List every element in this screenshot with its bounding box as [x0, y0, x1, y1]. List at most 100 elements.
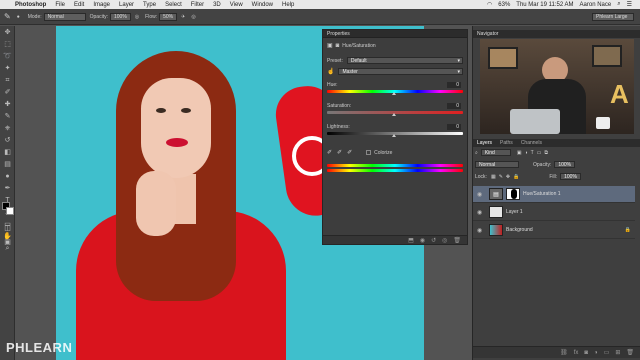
menu-3d[interactable]: 3D [213, 2, 221, 8]
marquee-tool-icon[interactable]: ⬚ [2, 40, 13, 50]
airbrush-icon[interactable]: ✈ [181, 14, 185, 20]
menu-select[interactable]: Select [165, 2, 182, 8]
tab-channels[interactable]: Channels [521, 140, 542, 146]
layers-opacity-field[interactable]: 100% [554, 161, 576, 168]
lightness-slider[interactable] [327, 132, 463, 137]
layer-name[interactable]: Background [506, 227, 533, 233]
view-previous-icon[interactable]: ◉ [420, 237, 425, 244]
pen-tool-icon[interactable]: ✒ [2, 184, 13, 194]
crop-tool-icon[interactable]: ⌗ [2, 76, 13, 86]
brush-tool-icon[interactable]: ✎ [4, 12, 11, 21]
navigator-tab[interactable]: Navigator [473, 30, 640, 38]
menu-help[interactable]: Help [282, 2, 294, 8]
trash-icon[interactable]: 🗑 [626, 349, 634, 356]
app-menu[interactable]: Photoshop [15, 2, 46, 8]
battery-status[interactable]: 63% [498, 2, 510, 8]
gradient-tool-icon[interactable]: ▤ [2, 160, 13, 170]
menu-type[interactable]: Type [143, 2, 156, 8]
blend-mode-select[interactable]: Normal [475, 161, 519, 168]
lock-paint-icon[interactable]: ✎ [499, 174, 503, 180]
filter-adjustment-icon[interactable]: ◑ [525, 150, 528, 156]
opacity-field[interactable]: 100% [109, 12, 131, 21]
flow-field[interactable]: 50% [159, 12, 178, 21]
eye-icon[interactable]: ◉ [477, 227, 485, 234]
pressure-opacity-icon[interactable]: ◎ [135, 14, 139, 20]
tab-layers[interactable]: Layers [477, 140, 492, 146]
navigator-preview[interactable]: A [480, 39, 634, 134]
menu-filter[interactable]: Filter [191, 2, 204, 8]
delete-icon[interactable]: 🗑 [453, 237, 461, 244]
healing-brush-icon[interactable]: ✚ [2, 100, 13, 110]
workspace-select[interactable]: Phlearn Large [592, 12, 634, 21]
background-color-swatch[interactable] [6, 207, 14, 215]
saturation-value[interactable]: 0 [447, 103, 461, 109]
mask-icon[interactable]: ◙ [336, 43, 340, 49]
layer-style-icon[interactable]: fx [574, 350, 579, 356]
link-layers-icon[interactable]: ⛓ [560, 349, 568, 356]
hue-value[interactable]: 0 [447, 82, 461, 88]
kind-filter-select[interactable]: Kind [480, 149, 511, 156]
user-name[interactable]: Aaron Nace [580, 2, 612, 8]
channel-select[interactable]: Master [338, 68, 463, 75]
eyedropper-icon[interactable]: ✐ [327, 149, 332, 156]
target-adjustment-icon[interactable]: ☝ [327, 68, 334, 75]
lock-all-icon[interactable]: 🔒 [513, 174, 519, 180]
filter-smart-icon[interactable]: ⧉ [544, 150, 548, 156]
menu-list-icon[interactable]: ☰ [627, 1, 632, 8]
clock[interactable]: Thu Mar 19 11:52 AM [516, 2, 573, 8]
lightness-value[interactable]: 0 [447, 124, 461, 130]
add-mask-icon[interactable]: ◙ [584, 350, 588, 356]
history-brush-icon[interactable]: ↺ [2, 136, 13, 146]
new-adjustment-icon[interactable]: ◑ [594, 350, 598, 356]
eraser-tool-icon[interactable]: ◧ [2, 148, 13, 158]
brush-size-icon[interactable]: ● [17, 14, 20, 20]
menu-edit[interactable]: Edit [74, 2, 84, 8]
clone-stamp-icon[interactable]: ⎈ [2, 124, 13, 134]
preset-select[interactable]: Default [346, 57, 463, 64]
hue-slider-handle[interactable] [392, 92, 397, 95]
eyedropper-add-icon[interactable]: ✐ [337, 149, 342, 156]
dodge-tool-icon[interactable]: ● [2, 172, 13, 182]
eyedropper-subtract-icon[interactable]: ✐ [347, 149, 352, 156]
saturation-slider[interactable] [327, 111, 463, 116]
wifi-icon[interactable]: ◠ [487, 1, 492, 8]
menu-file[interactable]: File [55, 2, 65, 8]
lock-pixels-icon[interactable]: ▦ [491, 174, 496, 180]
filter-shape-icon[interactable]: ▭ [537, 150, 542, 156]
lightness-slider-handle[interactable] [392, 134, 397, 137]
new-group-icon[interactable]: ▭ [604, 349, 610, 356]
menu-window[interactable]: Window [252, 2, 273, 8]
mode-select[interactable]: Normal [43, 12, 86, 21]
layer-row[interactable]: ◉ Layer 1 [473, 204, 635, 221]
brush-tool-icon[interactable]: ✎ [2, 112, 13, 122]
eye-icon[interactable]: ◉ [477, 209, 485, 216]
layer-mask-thumb[interactable] [506, 188, 520, 200]
quick-mask-icon[interactable]: ◫ [2, 224, 13, 234]
menu-image[interactable]: Image [93, 2, 110, 8]
layer-name[interactable]: Layer 1 [506, 209, 523, 215]
layer-row[interactable]: ◉ Background 🔒 [473, 222, 635, 239]
filter-type-icon[interactable]: T [531, 150, 534, 156]
hue-slider[interactable] [327, 90, 463, 95]
colorize-checkbox[interactable] [366, 150, 372, 155]
pressure-size-icon[interactable]: ◎ [191, 14, 195, 20]
visibility-icon[interactable]: ◎ [442, 237, 447, 244]
saturation-slider-handle[interactable] [392, 113, 397, 116]
layer-row[interactable]: ◉ ▤ Hue/Saturation 1 [473, 186, 635, 203]
eyedropper-icon[interactable]: ✐ [2, 88, 13, 98]
search-icon[interactable]: ⌕ [617, 1, 620, 8]
move-tool-icon[interactable]: ✥ [2, 28, 13, 38]
tab-paths[interactable]: Paths [500, 140, 513, 146]
quick-select-icon[interactable]: ✦ [2, 64, 13, 74]
fill-field[interactable]: 100% [560, 173, 581, 180]
new-layer-icon[interactable]: ⊞ [615, 349, 620, 356]
lasso-tool-icon[interactable]: ➰ [2, 52, 13, 62]
lock-position-icon[interactable]: ✥ [506, 174, 510, 180]
screen-mode-icon[interactable]: ▣ [2, 238, 13, 248]
clip-to-layer-icon[interactable]: ⬒ [408, 237, 414, 244]
menu-layer[interactable]: Layer [119, 2, 134, 8]
reset-icon[interactable]: ↺ [431, 237, 436, 244]
filter-pixel-icon[interactable]: ▣ [517, 150, 522, 156]
menu-view[interactable]: View [230, 2, 243, 8]
layer-name[interactable]: Hue/Saturation 1 [523, 191, 561, 197]
